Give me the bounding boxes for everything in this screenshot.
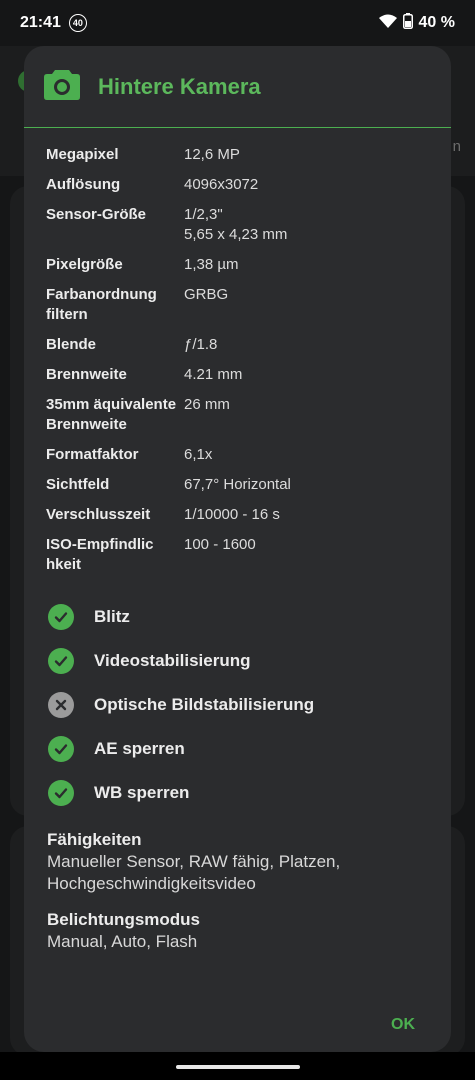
spec-label: Blende [46,336,97,353]
spec-row: ISO-Empfindlic hkeit 100 - 1600 [46,535,429,575]
spec-label: Megapixel [46,146,119,163]
ok-button[interactable]: OK [391,1016,415,1034]
feature-label: WB sperren [94,783,190,802]
spec-value: 26 mm [184,396,230,413]
spec-row: Auflösung 4096x3072 [46,175,429,195]
spec-value: 6,1x [184,446,213,463]
status-bar: 21:41 40 40 % [0,0,475,46]
spec-label: Auflösung [46,176,121,193]
spec-label: 35mm äquivalente Brennweite [46,396,177,433]
capabilities-title: Fähigkeiten [47,830,142,849]
check-icon [48,604,74,630]
feature-row: Videostabilisierung [48,639,429,683]
spec-value: 100 - 1600 [184,536,256,553]
exposure-text: Manual, Auto, Flash [47,932,198,951]
feature-list: Blitz Videostabilisierung Optische Bildsta… [24,585,451,815]
notification-badge: 40 [68,14,87,32]
spec-label: Sensor-Größe [46,206,147,223]
spec-row: Formatfaktor 6,1x [46,445,429,465]
background-tab-text: n [452,138,461,155]
spec-row: Brennweite 4.21 mm [46,365,429,385]
spec-value: 1,38 µm [184,256,239,273]
spec-label: Brennweite [46,366,127,383]
capabilities-text: Manueller Sensor, RAW fähig, Platzen, Ho… [47,852,341,893]
feature-row: Blitz [48,595,429,639]
spec-value: 67,7° Horizontal [184,476,291,493]
spec-list: Megapixel 12,6 MP Auflösung 4096x3072 Sensor… [24,128,451,575]
capabilities-section: Fähigkeiten Manueller Sensor, RAW fähig,… [24,815,451,895]
battery-percentage: 40 % [418,14,455,31]
camera-info-dialog: Hintere Kamera Megapixel 12,6 MP Auflösung… [24,46,451,1052]
feature-label: AE sperren [94,739,185,758]
spec-label: Sichtfeld [46,476,110,493]
dialog-title: Hintere Kamera [98,73,261,99]
spec-value: 1/2,3" 5,65 x 4,23 mm [184,206,288,243]
spec-label: Pixelgröße [46,256,123,273]
spec-value: GRBG [184,286,229,303]
exposure-section: Belichtungsmodus Manual, Auto, Flash [24,895,451,953]
feature-label: Optische Bildstabilisierung [94,695,315,714]
spec-value: ƒ/1.8 [184,336,218,353]
cross-icon [48,692,74,718]
camera-icon [44,68,80,105]
spec-label: Verschlusszeit [46,506,151,523]
spec-row: Blende ƒ/1.8 [46,335,429,355]
spec-row: Megapixel 12,6 MP [46,145,429,165]
feature-label: Videostabilisierung [94,651,251,670]
spec-row: Sensor-Größe 1/2,3" 5,65 x 4,23 mm [46,205,429,245]
spec-row: 35mm äquivalente Brennweite 26 mm [46,395,429,435]
feature-row: WB sperren [48,771,429,815]
check-icon [48,736,74,762]
spec-label: Farbanordnung filtern [46,286,157,323]
check-icon [48,648,74,674]
spec-label: ISO-Empfindlic hkeit [46,536,154,573]
check-icon [48,780,74,806]
feature-row: AE sperren [48,727,429,771]
home-gesture-handle[interactable] [176,1065,300,1069]
exposure-title: Belichtungsmodus [47,910,201,929]
battery-icon [402,12,413,34]
spec-value: 4096x3072 [184,176,259,193]
spec-value: 4.21 mm [184,366,243,383]
feature-row: Optische Bildstabilisierung [48,683,429,727]
spec-row: Pixelgröße 1,38 µm [46,255,429,275]
wifi-icon [378,14,397,33]
spec-row: Verschlusszeit 1/10000 - 16 s [46,505,429,525]
spec-row: Farbanordnung filtern GRBG [46,285,429,325]
navigation-bar [0,1052,475,1080]
spec-value: 1/10000 - 16 s [184,506,280,523]
spec-value: 12,6 MP [184,146,240,163]
spec-label: Formatfaktor [46,446,139,463]
clock: 21:41 [20,14,61,31]
feature-label: Blitz [94,607,130,626]
spec-row: Sichtfeld 67,7° Horizontal [46,475,429,495]
dialog-header: Hintere Kamera [24,46,451,128]
